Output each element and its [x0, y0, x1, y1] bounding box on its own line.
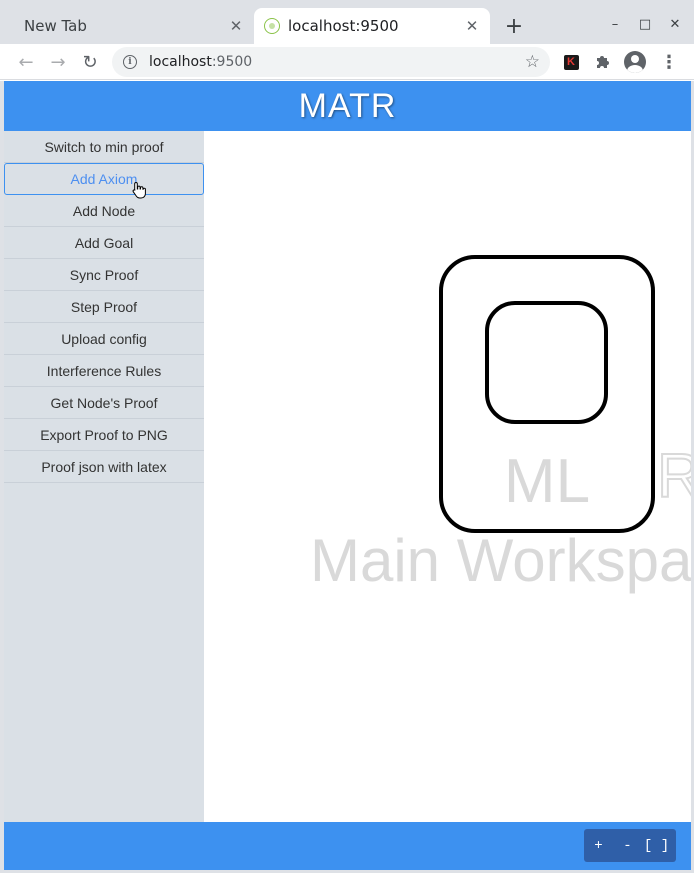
globe-icon [264, 18, 280, 34]
fit-view-button[interactable]: [ ] [642, 829, 671, 862]
tab-strip: New Tab ✕ localhost:9500 ✕ + – □ ✕ [0, 0, 694, 44]
sidebar: Switch to min proof Add Axiom Add Node A… [4, 131, 204, 822]
logo-text-r: R [657, 442, 691, 511]
maximize-icon[interactable]: □ [630, 12, 660, 36]
minimize-icon[interactable]: – [600, 12, 630, 36]
address-bar[interactable]: i localhost:9500 ☆ [112, 47, 550, 77]
url-text[interactable]: localhost:9500 [149, 54, 525, 70]
window-close-icon[interactable]: ✕ [660, 12, 690, 36]
back-arrow-icon[interactable]: ← [12, 48, 40, 76]
zoom-out-button[interactable]: - [613, 829, 642, 862]
export-proof-png-button[interactable]: Export Proof to PNG [4, 419, 204, 451]
forward-arrow-icon[interactable]: → [44, 48, 72, 76]
proof-json-latex-button[interactable]: Proof json with latex [4, 451, 204, 483]
app-page: MATR Switch to min proof Add Axiom Add N… [4, 81, 691, 870]
upload-config-button[interactable]: Upload config [4, 323, 204, 355]
interference-rules-button[interactable]: Interference Rules [4, 355, 204, 387]
browser-toolbar: ← → ↻ i localhost:9500 ☆ K ⋮ [0, 44, 694, 80]
reload-icon[interactable]: ↻ [76, 48, 104, 76]
logo-inner-box [485, 301, 608, 424]
zoom-in-button[interactable]: + [584, 829, 613, 862]
profile-avatar-icon[interactable] [624, 51, 646, 73]
workspace-watermark: Main Workspa [310, 527, 691, 594]
app-title: MATR [298, 86, 397, 125]
close-icon[interactable]: ✕ [226, 16, 246, 36]
add-node-button[interactable]: Add Node [4, 195, 204, 227]
add-goal-button[interactable]: Add Goal [4, 227, 204, 259]
app-footer: + - [ ] [4, 822, 691, 870]
logo-text-ml: ML [504, 447, 590, 516]
hand-cursor-icon [132, 181, 146, 199]
info-icon[interactable]: i [123, 55, 137, 69]
new-tab-button[interactable]: + [500, 12, 528, 40]
bookmark-star-icon[interactable]: ☆ [525, 52, 540, 72]
sync-proof-button[interactable]: Sync Proof [4, 259, 204, 291]
menu-kebab-icon[interactable]: ⋮ [658, 51, 680, 73]
tab-localhost[interactable]: localhost:9500 ✕ [254, 8, 490, 44]
tab-title: New Tab [24, 17, 87, 35]
step-proof-button[interactable]: Step Proof [4, 291, 204, 323]
extensions-puzzle-icon[interactable] [592, 51, 614, 73]
tab-new-tab[interactable]: New Tab ✕ [8, 8, 254, 44]
get-node-proof-button[interactable]: Get Node's Proof [4, 387, 204, 419]
workspace-canvas[interactable]: ML R Main Workspa [204, 131, 691, 822]
switch-min-proof-button[interactable]: Switch to min proof [4, 131, 204, 163]
close-icon[interactable]: ✕ [462, 16, 482, 36]
main-workspace[interactable]: ML R Main Workspa [204, 131, 691, 822]
tab-title: localhost:9500 [288, 17, 399, 35]
add-axiom-button[interactable]: Add Axiom [4, 163, 204, 195]
zoom-controls: + - [ ] [584, 829, 676, 862]
kaspersky-extension-icon[interactable]: K [560, 51, 582, 73]
app-header: MATR [4, 81, 691, 131]
